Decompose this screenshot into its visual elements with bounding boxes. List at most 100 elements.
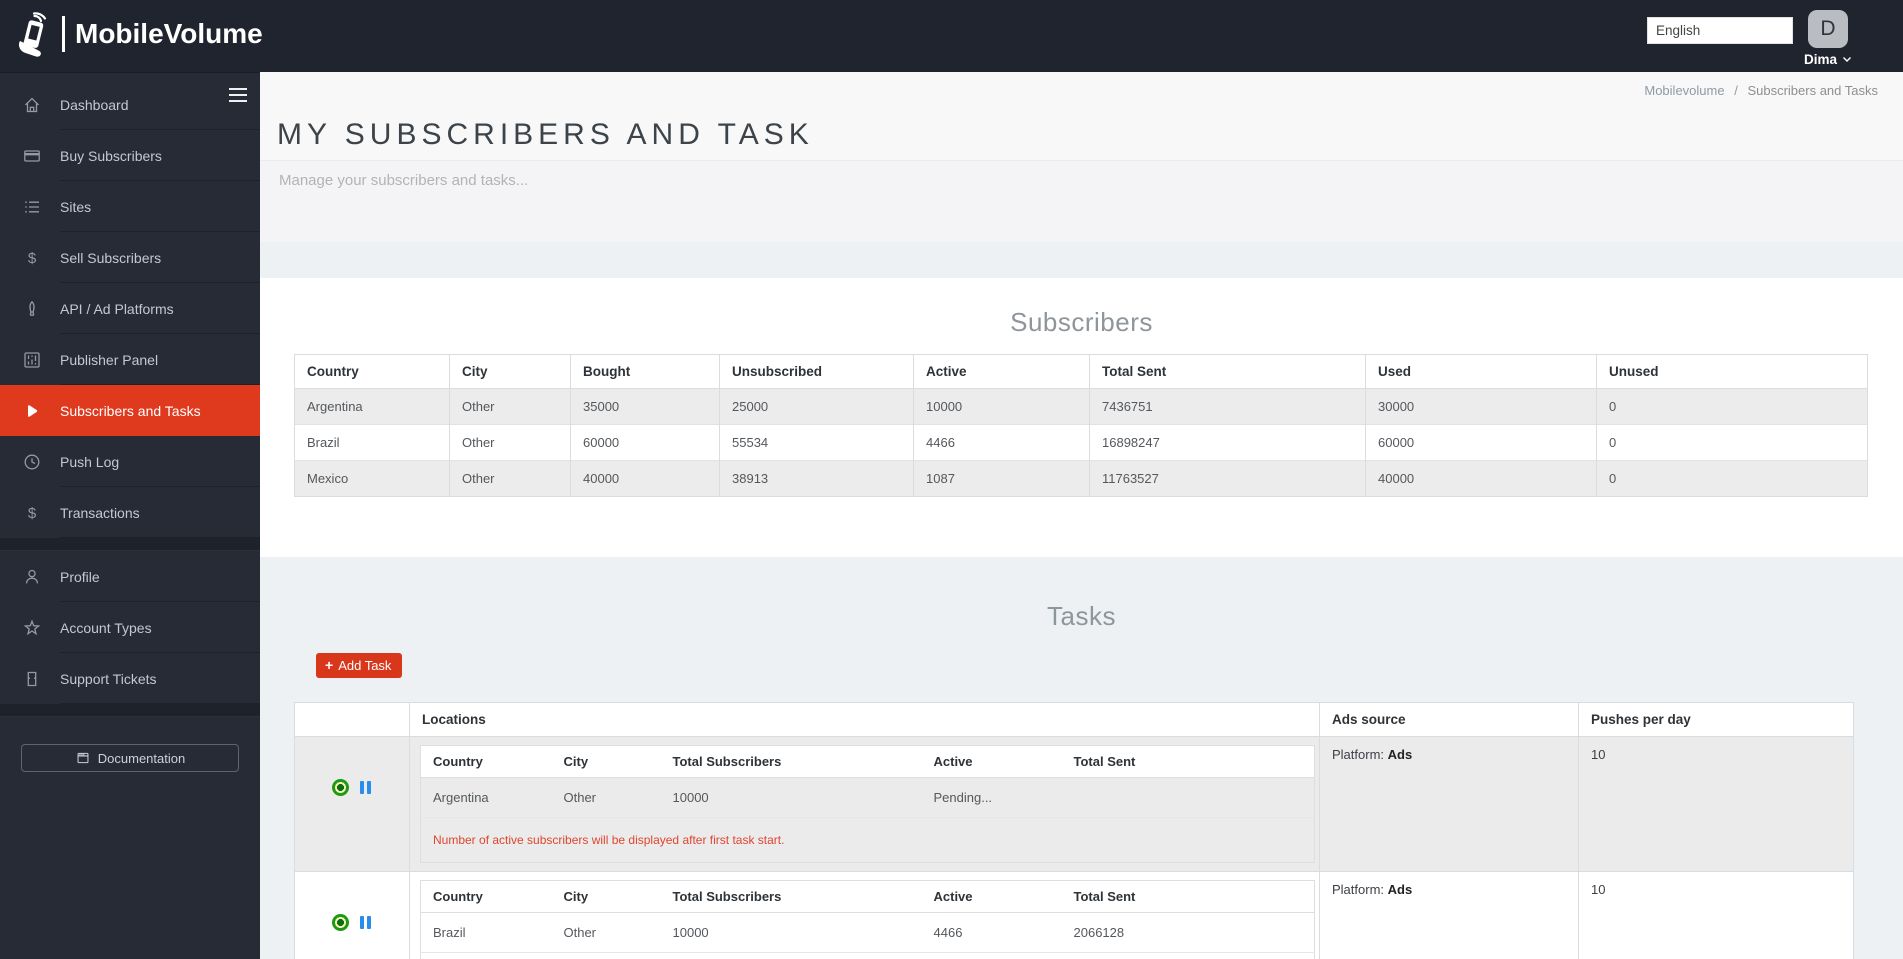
sidebar-item-label: Account Types [60, 619, 152, 636]
location-row: Brazil Other 10000 4466 2066128 [420, 912, 1315, 953]
tasks-heading: Tasks [1047, 601, 1116, 631]
sidebar-separator [0, 704, 260, 717]
subscribers-column-header: Total Sent [1089, 354, 1366, 389]
brand-phone-icon [18, 12, 47, 57]
subscribers-cell: Brazil [294, 424, 450, 461]
documentation-label: Documentation [97, 750, 186, 766]
subscribers-cell: Other [449, 460, 571, 497]
sidebar-separator [0, 538, 260, 551]
locations-column-header: City [551, 880, 661, 913]
main-content: Mobilevolume / Subscribers and Tasks MY … [260, 72, 1903, 959]
sidebar-item-buy-subscribers[interactable]: Buy Subscribers [0, 130, 260, 181]
subscribers-cell: Other [449, 388, 571, 425]
sidebar-item-label: Profile [60, 568, 100, 585]
sidebar-item-sell-subscribers[interactable]: $ Sell Subscribers [0, 232, 260, 283]
play-icon [28, 404, 38, 417]
plus-icon: + [325, 656, 334, 673]
task-ads-source-cell: Platform: Ads [1319, 871, 1579, 959]
home-icon [25, 97, 39, 112]
user-menu[interactable]: Dima [1804, 52, 1852, 67]
subscribers-cell: 4466 [913, 424, 1090, 461]
pause-task-button[interactable] [358, 916, 372, 929]
location-cell: 10000 [660, 777, 922, 818]
sidebar-item-support-tickets[interactable]: Support Tickets [0, 653, 260, 704]
task-locations-cell: Country City Total Subscribers Active Total … [409, 736, 1320, 872]
locations-table: Country City Total Subscribers Active Total … [420, 745, 1315, 863]
tasks-panel: Tasks + Add Task Locations Ads source Push… [260, 557, 1903, 959]
brand-separator [62, 16, 65, 52]
task-controls-cell [294, 871, 410, 959]
subscribers-column-header: Active [913, 354, 1090, 389]
locations-column-header: Country [420, 745, 552, 778]
location-cell: Brazil [420, 912, 552, 953]
page: MobileVolume D Dima Dashboard Buy Subscri… [0, 0, 1903, 959]
subscribers-panel: Subscribers Country City Bought Unsubscribe… [260, 278, 1903, 557]
subscribers-row: Brazil Other 60000 55534 4466 16898247 60000 0 [294, 424, 1868, 461]
task-ads-source-cell: Platform: Ads [1319, 736, 1579, 872]
tasks-table-container: Locations Ads source Pushes per day Country… [260, 702, 1903, 959]
breadcrumb-root[interactable]: Mobilevolume [1644, 83, 1724, 98]
location-cell [1061, 777, 1315, 818]
sidebar-item-sites[interactable]: Sites [0, 181, 260, 232]
pause-task-button[interactable] [358, 781, 372, 794]
language-input[interactable] [1647, 17, 1793, 44]
star-icon [23, 618, 41, 635]
user-name: Dima [1803, 52, 1837, 67]
breadcrumb-current: Subscribers and Tasks [1747, 83, 1878, 98]
subscribers-column-header: Bought [570, 354, 720, 389]
ads-source-value: Ads [1387, 882, 1413, 897]
sidebar-menu: Dashboard Buy Subscribers Sites $ Sell Subsc… [0, 79, 260, 717]
subscribers-cell: 0 [1596, 460, 1868, 497]
subscribers-row: Mexico Other 40000 38913 1087 11763527 40000 0 [294, 460, 1868, 497]
locations-table: Country City Total Subscribers Active Total … [420, 880, 1315, 959]
subscribers-cell: Argentina [294, 388, 450, 425]
avatar[interactable]: D [1808, 10, 1848, 48]
locations-column-header: Total Subscribers [660, 745, 922, 778]
sidebar-item-dashboard[interactable]: Dashboard [0, 79, 260, 130]
dollar-icon: $ [28, 505, 37, 522]
subscribers-cell: 0 [1596, 424, 1868, 461]
ads-source-value: Ads [1387, 747, 1413, 762]
page-title: MY SUBSCRIBERS AND TASK [277, 118, 814, 151]
brand[interactable]: MobileVolume [14, 11, 263, 57]
locations-column-header: Active [921, 880, 1062, 913]
task-pushes-cell: 10 [1578, 736, 1854, 872]
sidebar-item-subscribers-and-tasks[interactable]: Subscribers and Tasks [0, 385, 260, 436]
location-cell: Other [551, 912, 661, 953]
subscribers-cell: 40000 [570, 460, 720, 497]
subscribers-cell: 7436751 [1089, 388, 1366, 425]
sidebar-item-profile[interactable]: Profile [0, 551, 260, 602]
svg-text:$: $ [28, 250, 37, 267]
documentation-button[interactable]: Documentation [21, 744, 239, 772]
task-note [420, 952, 1315, 959]
sidebar-item-label: Buy Subscribers [60, 147, 162, 164]
sidebar-item-account-types[interactable]: Account Types [0, 602, 260, 653]
subscribers-cell: 16898247 [1089, 424, 1366, 461]
sidebar-item-push-log[interactable]: Push Log [0, 436, 260, 487]
sliders-icon [24, 351, 40, 368]
location-cell: Other [551, 777, 661, 818]
subscribers-cell: 60000 [1365, 424, 1597, 461]
subscribers-column-header: Unsubscribed [719, 354, 914, 389]
sidebar-item-label: Sites [60, 198, 92, 215]
location-cell: Pending... [921, 777, 1062, 818]
location-note-row: Number of active subscribers will be dis… [420, 817, 1315, 863]
subscribers-table-container: Country City Bought Unsubscribed Active Total… [260, 354, 1903, 497]
subscribers-column-header: Used [1365, 354, 1597, 389]
section-divider-band [260, 242, 1903, 278]
tasks-table: Locations Ads source Pushes per day Country… [294, 702, 1854, 959]
task-locations-cell: Country City Total Subscribers Active Total … [409, 871, 1320, 959]
tasks-column-header: Ads source [1319, 702, 1579, 737]
sidebar-item-label: Push Log [60, 453, 120, 470]
subscribers-cell: 0 [1596, 388, 1868, 425]
subscribers-row: Argentina Other 35000 25000 10000 7436751 3000… [294, 388, 1868, 425]
ticket-icon [27, 671, 37, 686]
page-header: Mobilevolume / Subscribers and Tasks MY … [260, 72, 1903, 161]
sidebar-item-api-ad-platforms[interactable]: API / Ad Platforms [0, 283, 260, 334]
sidebar-item-transactions[interactable]: $ Transactions [0, 487, 260, 538]
page-subheader: Manage your subscribers and tasks... [260, 161, 1903, 242]
task-row: Country City Total Subscribers Active Total … [294, 871, 1854, 959]
breadcrumb: Mobilevolume / Subscribers and Tasks [1644, 83, 1878, 98]
add-task-button[interactable]: + Add Task [316, 653, 403, 678]
sidebar-item-publisher-panel[interactable]: Publisher Panel [0, 334, 260, 385]
